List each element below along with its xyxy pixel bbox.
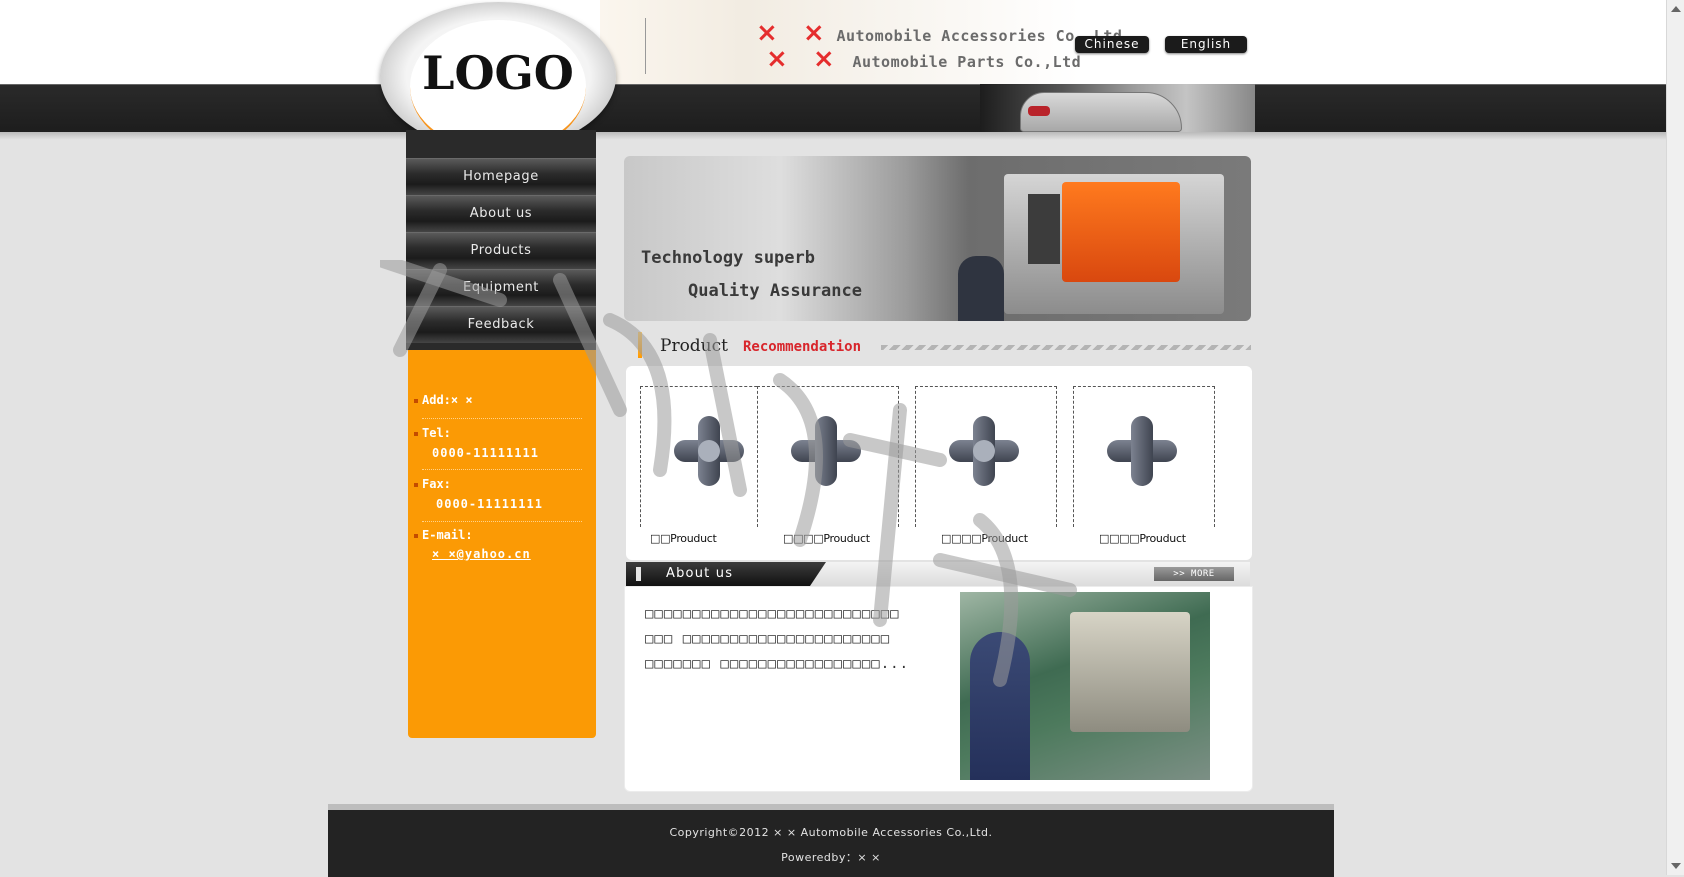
company-marks-2: × × — [766, 44, 843, 74]
contact-address: Add:× × — [422, 393, 473, 407]
product-label[interactable]: □□□□Prouduct — [1099, 532, 1186, 545]
site-logo[interactable]: LOGO — [380, 2, 616, 154]
contact-email-link[interactable]: × ×@yahoo.cn — [432, 547, 531, 561]
hero-banner: Technology superb Quality Assurance — [624, 156, 1251, 321]
header-divider — [645, 18, 646, 74]
about-text-line: □□□ □□□□□□□□□□□□□□□□□□□□□□ — [645, 631, 891, 647]
header-shadow — [0, 132, 1666, 140]
nav-about-us[interactable]: About us — [406, 195, 596, 232]
product-label[interactable]: □□□□Prouduct — [783, 532, 870, 545]
contact-fax-label: Fax: — [422, 477, 451, 491]
divider — [422, 418, 582, 419]
product-card[interactable] — [1073, 386, 1215, 527]
about-text-line: □□□□□□□ □□□□□□□□□□□□□□□□□... — [645, 656, 910, 672]
product-card[interactable] — [915, 386, 1057, 527]
bullet-icon — [414, 399, 418, 403]
language-chinese-button[interactable]: Chinese — [1075, 36, 1149, 53]
company-line-2: × × Automobile Parts Co.,Ltd — [766, 44, 1081, 74]
nav-equipment[interactable]: Equipment — [406, 269, 596, 306]
header-dark-bar — [0, 84, 1666, 133]
nav-products[interactable]: Products — [406, 232, 596, 269]
contact-email-label: E-mail: — [422, 528, 473, 542]
contact-panel: Add:× × Tel: 0000-11111111 Fax: 0000-111… — [408, 350, 596, 738]
product-card[interactable] — [757, 386, 899, 527]
product-title-part2: Recommendation — [743, 339, 862, 355]
product-recommendation-header: Product Recommendation — [636, 332, 1256, 360]
banner-line-2: Quality Assurance — [688, 281, 862, 301]
contact-tel-value: 0000-11111111 — [432, 446, 539, 460]
nav-feedback[interactable]: Feedback — [406, 306, 596, 343]
product-label[interactable]: □□Prouduct — [650, 532, 717, 545]
divider — [422, 521, 582, 522]
universal-joint-image — [674, 416, 744, 486]
footer: Copyright©2012 × × Automobile Accessorie… — [328, 804, 1334, 877]
universal-joint-image — [791, 416, 861, 486]
nav-homepage[interactable]: Homepage — [406, 158, 596, 195]
product-title-part1: Product — [660, 336, 728, 356]
bullet-icon — [414, 534, 418, 538]
logo-text: LOGO — [422, 46, 574, 100]
factory-photo — [960, 592, 1210, 780]
language-english-button[interactable]: English — [1165, 36, 1247, 53]
company-name-2: Automobile Parts Co.,Ltd — [852, 53, 1082, 71]
universal-joint-image — [949, 416, 1019, 486]
scroll-up-icon[interactable] — [1671, 6, 1681, 12]
about-us-title: About us — [666, 566, 734, 581]
contact-fax-value: 0000-11111111 — [436, 497, 543, 511]
bullet-icon — [414, 432, 418, 436]
universal-joint-image — [1107, 416, 1177, 486]
scroll-down-icon[interactable] — [1671, 863, 1681, 869]
sidebar-nav: Homepage About us Products Equipment Fee… — [406, 130, 596, 350]
footer-powered-by: Poweredby：× × — [781, 851, 881, 864]
about-text-line: □□□□□□□□□□□□□□□□□□□□□□□□□□□ — [645, 606, 900, 622]
bullet-icon — [414, 483, 418, 487]
footer-copyright: Copyright©2012 × × Automobile Accessorie… — [669, 826, 993, 839]
contact-tel-label: Tel: — [422, 426, 451, 440]
car-image — [980, 84, 1255, 132]
more-button[interactable]: >> MORE — [1154, 567, 1234, 581]
page-scrollbar[interactable] — [1666, 0, 1684, 875]
divider — [422, 469, 582, 470]
banner-line-1: Technology superb — [641, 248, 815, 268]
product-label[interactable]: □□□□Prouduct — [941, 532, 1028, 545]
